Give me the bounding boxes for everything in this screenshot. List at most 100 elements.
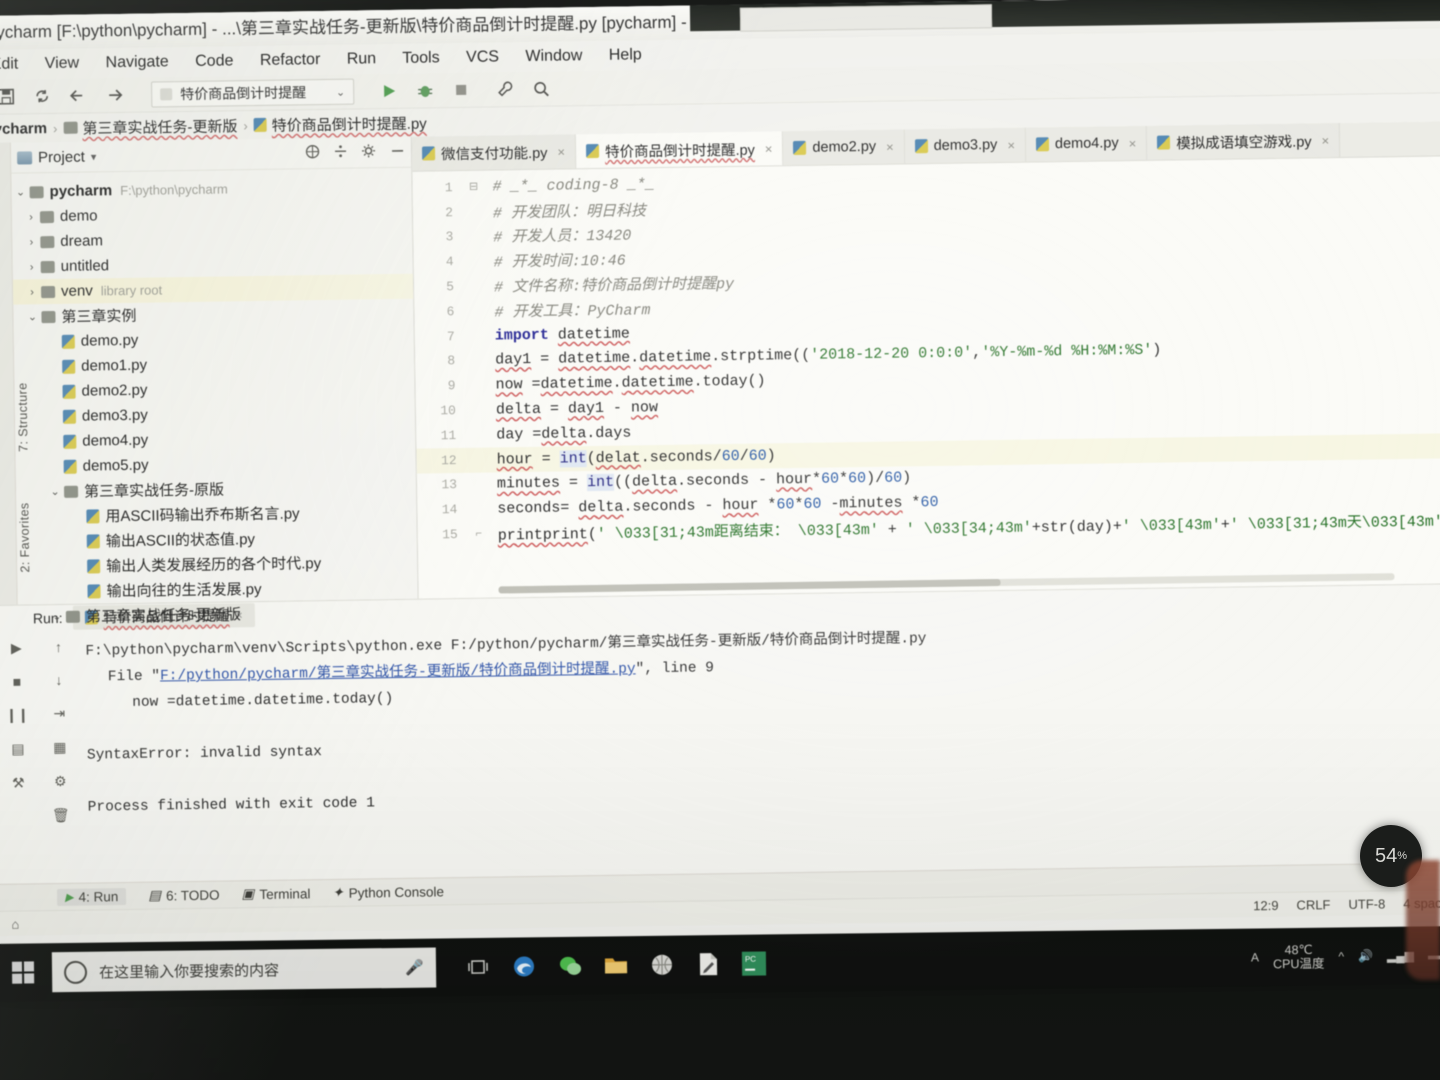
fold-marker-icon[interactable]: ⊟ xyxy=(462,180,484,194)
pause-icon[interactable]: ❙❙ xyxy=(6,706,30,723)
taskbar-search-input[interactable]: 在这里输入你要搜索的内容 🎤 xyxy=(51,947,437,993)
run-configuration-selector[interactable]: 特价商品倒计时提醒 ⌄ xyxy=(150,78,355,108)
code-area[interactable]: 1 ⊟ # _*_ coding-8 _*_ 2 # 开发团队：明日科技 3 # 开发人员：… xyxy=(412,156,1440,547)
wrench-icon[interactable]: ⚒ xyxy=(12,775,25,792)
svg-text:PC: PC xyxy=(745,955,756,964)
menu-item-view[interactable]: View xyxy=(45,55,80,73)
tool-window-python-console[interactable]: ✦ Python Console xyxy=(332,883,444,901)
close-icon[interactable]: × xyxy=(765,141,773,156)
console-file-link[interactable]: F:/python/pycharm/第三章实战任务-更新版/特价商品倒计时提醒.… xyxy=(160,661,636,684)
side-tab-structure[interactable]: 7: Structure xyxy=(15,382,30,452)
menu-item-navigate[interactable]: Navigate xyxy=(105,53,168,71)
editor-tab-label: 特价商品倒计时提醒.py xyxy=(604,142,755,161)
editor-tab[interactable]: demo2.py × xyxy=(783,129,905,166)
stop-icon[interactable] xyxy=(450,79,472,101)
close-icon[interactable]: × xyxy=(1129,135,1137,150)
menu-item-code[interactable]: Code xyxy=(195,52,233,70)
python-file-icon xyxy=(253,117,267,133)
run-console-output[interactable]: F:\python\pycharm\venv\Scripts\python.ex… xyxy=(79,610,1440,883)
folder-icon xyxy=(29,185,44,198)
volume-icon[interactable]: 🔊 xyxy=(1358,949,1373,963)
close-icon[interactable]: × xyxy=(886,139,894,154)
menu-item-vcs[interactable]: VCS xyxy=(466,48,499,65)
line-number: 14 xyxy=(441,502,458,518)
browser-icon[interactable] xyxy=(642,945,682,985)
filter-icon[interactable]: ▦ xyxy=(53,739,66,756)
tool-window-run[interactable]: ▶ 4: Run xyxy=(56,887,127,906)
chevron-down-icon[interactable]: ▾ xyxy=(91,150,97,163)
tree-expander-icon[interactable]: › xyxy=(22,211,40,223)
settings-icon[interactable]: ⚙ xyxy=(54,773,67,790)
fold-marker-icon[interactable]: ⌐ xyxy=(468,528,490,540)
soft-wrap-icon[interactable]: ⇥ xyxy=(53,705,65,722)
python-file-icon xyxy=(61,334,75,349)
pycharm-icon[interactable]: PC xyxy=(734,943,774,983)
editor-tab[interactable]: demo4.py × xyxy=(1025,125,1148,162)
line-number: 7 xyxy=(446,328,455,344)
menu-item-edit[interactable]: Edit xyxy=(0,56,18,73)
wrench-icon[interactable] xyxy=(494,78,516,100)
ime-indicator[interactable]: A xyxy=(1251,950,1259,964)
wechat-icon[interactable] xyxy=(550,946,590,986)
breadcrumb-root[interactable]: ycharm xyxy=(0,120,47,138)
project-title[interactable]: Project ▾ xyxy=(17,148,96,166)
close-icon[interactable]: × xyxy=(1321,133,1329,148)
status-encoding[interactable]: UTF-8 xyxy=(1348,896,1385,912)
status-left-icon[interactable]: ⌂ xyxy=(0,916,19,931)
menu-item-run[interactable]: Run xyxy=(347,50,377,67)
breadcrumb-file[interactable]: 特价商品倒计时提醒.py xyxy=(253,112,427,136)
breadcrumb-folder[interactable]: 第三章实战任务-更新版 xyxy=(63,115,238,139)
menu-item-refactor[interactable]: Refactor xyxy=(260,51,321,69)
debug-icon[interactable] xyxy=(414,79,436,101)
tree-expander-icon[interactable]: ⌄ xyxy=(12,185,30,198)
chevron-down-icon[interactable]: ⌄ xyxy=(336,85,345,98)
menu-item-help[interactable]: Help xyxy=(609,46,642,63)
stop-icon[interactable]: ■ xyxy=(13,674,22,690)
python-file-icon xyxy=(86,508,100,524)
tree-item-label: demo2.py xyxy=(81,381,148,400)
cpu-temp-indicator[interactable]: 48℃ CPU温度 xyxy=(1273,943,1325,971)
status-line-separator[interactable]: CRLF xyxy=(1296,897,1330,913)
tree-expander-icon[interactable]: ⌄ xyxy=(46,485,64,498)
edge-browser-icon[interactable] xyxy=(504,946,544,986)
editor-tab[interactable]: 特价商品倒计时提醒.py × xyxy=(575,131,784,169)
menu-item-window[interactable]: Window xyxy=(525,47,582,65)
tree-expander-icon[interactable]: › xyxy=(22,236,40,248)
save-icon[interactable] xyxy=(0,86,17,108)
tool-window-todo[interactable]: ▤ 6: TODO xyxy=(148,887,220,904)
file-explorer-icon[interactable] xyxy=(596,945,636,985)
close-icon[interactable]: × xyxy=(1007,137,1015,152)
settings-gear-icon[interactable] xyxy=(361,143,376,162)
editor-tab[interactable]: 微信支付功能.py × xyxy=(411,134,577,171)
scroll-up-icon[interactable]: ↑ xyxy=(55,639,62,655)
microphone-icon[interactable]: 🎤 xyxy=(405,959,424,977)
editor-tab-label: demo3.py xyxy=(933,137,998,154)
sync-icon[interactable] xyxy=(31,85,53,107)
menu-item-tools[interactable]: Tools xyxy=(402,49,440,67)
side-tab-favorites[interactable]: 2: Favorites xyxy=(17,502,32,572)
notes-icon[interactable] xyxy=(688,944,728,984)
start-button[interactable] xyxy=(0,943,52,1002)
split-icon[interactable] xyxy=(334,143,347,162)
collapse-icon[interactable] xyxy=(305,144,320,163)
tree-expander-icon[interactable]: ⌄ xyxy=(23,310,41,323)
forward-arrow-icon[interactable] xyxy=(103,84,125,106)
minimize-icon[interactable] xyxy=(390,142,405,161)
close-icon[interactable]: × xyxy=(557,144,565,159)
task-view-icon[interactable] xyxy=(458,947,498,987)
status-caret-position[interactable]: 12:9 xyxy=(1253,897,1279,912)
search-icon[interactable] xyxy=(530,78,552,100)
tree-expander-icon[interactable]: › xyxy=(23,261,41,273)
scroll-down-icon[interactable]: ↓ xyxy=(55,672,62,688)
rerun-icon[interactable]: ▶ xyxy=(11,640,22,657)
editor-tab[interactable]: demo3.py × xyxy=(904,127,1027,164)
print-icon[interactable]: ▤ xyxy=(11,741,24,758)
tree-expander-icon[interactable]: › xyxy=(23,286,41,298)
delete-icon[interactable]: 🗑 xyxy=(52,807,70,824)
back-arrow-icon[interactable] xyxy=(67,84,89,106)
run-icon[interactable] xyxy=(378,80,400,102)
show-hidden-icons[interactable]: ^ xyxy=(1338,949,1344,963)
editor-tab[interactable]: 模拟成语填空游戏.py × xyxy=(1146,122,1341,160)
tool-window-terminal[interactable]: ▣ Terminal xyxy=(241,885,310,902)
tree-expander-icon[interactable]: ⌄ xyxy=(48,610,66,623)
